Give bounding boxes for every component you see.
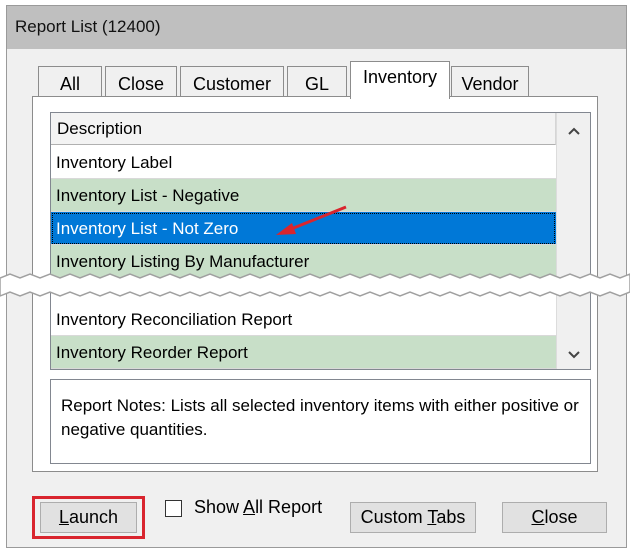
list-item[interactable]: Inventory Label (51, 146, 556, 179)
custom-tabs-button[interactable]: Custom Tabs (350, 502, 476, 533)
tab-all[interactable]: All (38, 66, 102, 100)
tab-close[interactable]: Close (105, 66, 177, 100)
custom-tabs-label-pre: Custom (360, 507, 428, 527)
close-label-post: lose (544, 507, 578, 527)
annotation-highlight-box (32, 496, 145, 539)
show-all-report-checkbox[interactable] (165, 500, 182, 517)
vertical-scrollbar[interactable] (556, 113, 590, 369)
close-button[interactable]: Close (502, 502, 607, 533)
show-all-label-post: ll Report (255, 497, 323, 517)
show-all-label-accel: A (243, 497, 256, 517)
close-label-accel: C (531, 507, 545, 527)
report-list[interactable]: Description Inventory Label Inventory Li… (50, 112, 591, 370)
custom-tabs-label-post: abs (436, 507, 466, 527)
annotation-arrow-icon (276, 205, 347, 235)
tab-vendor[interactable]: Vendor (451, 66, 529, 100)
tab-gl[interactable]: GL (287, 66, 347, 100)
tab-label: All (59, 74, 80, 94)
column-header-description[interactable]: Description (51, 113, 556, 145)
tab-inventory[interactable]: Inventory (350, 61, 450, 99)
tab-customer[interactable]: Customer (180, 66, 284, 100)
tab-label: Close (117, 74, 165, 94)
window-title: Report List (12400) (15, 17, 161, 36)
report-notes: Report Notes: Lists all selected invento… (50, 379, 591, 464)
torn-edge-separator (0, 273, 630, 297)
scroll-down-icon[interactable] (557, 339, 590, 369)
scroll-up-icon[interactable] (557, 115, 590, 147)
title-bar: Report List (12400) (7, 6, 626, 49)
tab-label: Vendor (461, 74, 519, 94)
list-item[interactable]: Inventory Reorder Report (51, 336, 556, 369)
show-all-report-label[interactable]: Show All Report (194, 497, 322, 518)
list-item[interactable]: Inventory Reconciliation Report (51, 303, 556, 336)
show-all-label-pre: Show (194, 497, 244, 517)
custom-tabs-label-accel: T (427, 507, 437, 527)
tab-label: Customer (192, 74, 272, 94)
tab-label: GL (304, 74, 329, 94)
tab-label: Inventory (362, 67, 438, 87)
